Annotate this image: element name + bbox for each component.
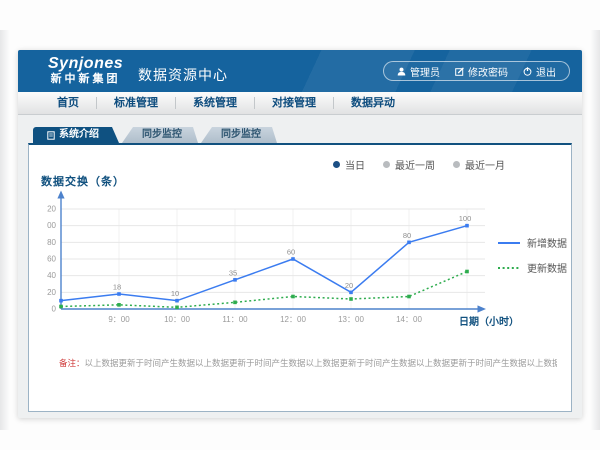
data-point-label: 10 xyxy=(171,289,179,298)
data-point xyxy=(233,278,237,282)
data-point xyxy=(233,301,237,305)
legend-swatch-icon xyxy=(497,264,521,272)
data-point xyxy=(117,303,121,307)
page-title: 数据资源中心 xyxy=(138,65,228,85)
legend-swatch-icon xyxy=(497,239,521,247)
radio-dot-icon xyxy=(383,161,390,168)
backdrop-edge-left xyxy=(0,30,10,430)
data-point xyxy=(407,241,411,245)
tab-label: 同步监控 xyxy=(142,127,182,143)
document-icon xyxy=(47,131,55,140)
tab-label: 系统介绍 xyxy=(59,127,99,143)
x-axis-title: 日期（小时） xyxy=(459,313,519,328)
series-line xyxy=(61,272,467,308)
data-point xyxy=(465,224,469,228)
footnote: 备注：以上数据更新于时间产生数据以上数据更新于时间产生数据以上数据更新于时间产生… xyxy=(59,357,557,369)
logo: Synjones 新中新集团 xyxy=(48,55,123,86)
y-tick-label: 60 xyxy=(47,255,56,264)
legend-item[interactable]: 更新数据 xyxy=(497,260,567,275)
app-header: Synjones 新中新集团 数据资源中心 管理员 修改密码 xyxy=(18,50,582,92)
data-point xyxy=(291,295,295,299)
x-tick-label: 14：00 xyxy=(396,315,422,324)
logo-text: Synjones xyxy=(48,55,123,72)
data-point xyxy=(407,295,411,299)
logout-button[interactable]: 退出 xyxy=(523,64,556,79)
change-password-label: 修改密码 xyxy=(468,64,508,79)
user-label: 管理员 xyxy=(410,64,440,79)
x-tick-label: 11：00 xyxy=(222,315,248,324)
chart-legend: 新增数据更新数据 xyxy=(497,235,567,285)
data-point-label: 35 xyxy=(229,268,237,277)
data-point xyxy=(59,305,63,309)
page: Synjones 新中新集团 数据资源中心 管理员 修改密码 xyxy=(18,50,582,418)
main-nav: 首页 标准管理 系统管理 对接管理 数据异动 xyxy=(18,92,582,115)
data-point xyxy=(291,257,295,261)
tab-bar: 系统介绍 同步监控 同步监控 xyxy=(33,127,277,143)
y-tick-label: 20 xyxy=(47,288,56,297)
data-point xyxy=(465,270,469,274)
logout-label: 退出 xyxy=(536,64,556,79)
data-point xyxy=(175,299,179,303)
data-point-label: 60 xyxy=(287,248,295,257)
tab-sync-monitor-2[interactable]: 同步监控 xyxy=(201,127,277,143)
user-menu: 管理员 修改密码 退出 xyxy=(383,61,570,81)
legend-label: 新增数据 xyxy=(527,235,567,250)
nav-item-standard-mgmt[interactable]: 标准管理 xyxy=(97,92,175,114)
x-tick-label: 9：00 xyxy=(108,315,130,324)
y-tick-label: 80 xyxy=(47,238,56,247)
nav-item-docking-mgmt[interactable]: 对接管理 xyxy=(255,92,333,114)
legend-label: 更新数据 xyxy=(527,260,567,275)
tab-system-intro[interactable]: 系统介绍 xyxy=(33,127,119,143)
tab-label: 同步监控 xyxy=(221,127,261,143)
radio-label: 当日 xyxy=(345,157,365,172)
radio-label: 最近一月 xyxy=(465,157,505,172)
y-tick-label: 0 xyxy=(52,305,57,314)
backdrop-edge-right xyxy=(590,30,600,430)
nav-item-data-change[interactable]: 数据异动 xyxy=(334,92,412,114)
footnote-text: 以上数据更新于时间产生数据以上数据更新于时间产生数据以上数据更新于时间产生数据以… xyxy=(85,358,557,368)
x-tick-label: 12：00 xyxy=(280,315,306,324)
radio-last-week[interactable]: 最近一周 xyxy=(383,157,435,172)
footnote-label: 备注： xyxy=(59,358,85,368)
time-filter: 当日 最近一周 最近一月 xyxy=(333,157,505,172)
y-axis-arrow-icon xyxy=(57,191,64,199)
radio-dot-icon xyxy=(453,161,460,168)
x-axis-arrow-icon xyxy=(478,305,487,312)
data-point-label: 80 xyxy=(403,231,411,240)
nav-item-system-mgmt[interactable]: 系统管理 xyxy=(176,92,254,114)
legend-item[interactable]: 新增数据 xyxy=(497,235,567,250)
radio-last-month[interactable]: 最近一月 xyxy=(453,157,505,172)
data-point xyxy=(175,306,179,310)
radio-label: 最近一周 xyxy=(395,157,435,172)
x-tick-label: 13：00 xyxy=(338,315,364,324)
data-point xyxy=(349,297,353,301)
line-chart: 0 20 40 60 80 100 120 9：00 10：00 11：00 12：00 13：00 1… xyxy=(47,189,492,334)
data-point xyxy=(117,292,121,296)
y-tick-label: 100 xyxy=(47,221,57,230)
chart-canvas: 0 20 40 60 80 100 120 9：00 10：00 11：00 12：00 13：00 1… xyxy=(47,189,492,329)
data-point-label: 18 xyxy=(113,283,121,292)
user-button[interactable]: 管理员 xyxy=(397,64,440,79)
tab-sync-monitor-1[interactable]: 同步监控 xyxy=(122,127,198,143)
y-tick-label: 40 xyxy=(47,271,56,280)
data-point-label: 20 xyxy=(345,281,353,290)
power-icon xyxy=(523,67,532,76)
data-point-label: 100 xyxy=(459,214,472,223)
radio-dot-icon xyxy=(333,161,340,168)
data-point xyxy=(349,291,353,295)
y-tick-label: 120 xyxy=(47,205,57,214)
y-axis-title: 数据交换（条） xyxy=(41,173,125,189)
edit-icon xyxy=(455,67,464,76)
nav-item-home[interactable]: 首页 xyxy=(40,92,96,114)
data-point xyxy=(59,299,63,303)
x-tick-label: 10：00 xyxy=(164,315,190,324)
change-password-button[interactable]: 修改密码 xyxy=(455,64,508,79)
content-panel: 当日 最近一周 最近一月 数据交换（条） 0 20 40 60 80 100 120 9：00… xyxy=(28,143,572,412)
user-icon xyxy=(397,67,406,76)
radio-today[interactable]: 当日 xyxy=(333,157,365,172)
logo-subtext: 新中新集团 xyxy=(48,72,123,86)
